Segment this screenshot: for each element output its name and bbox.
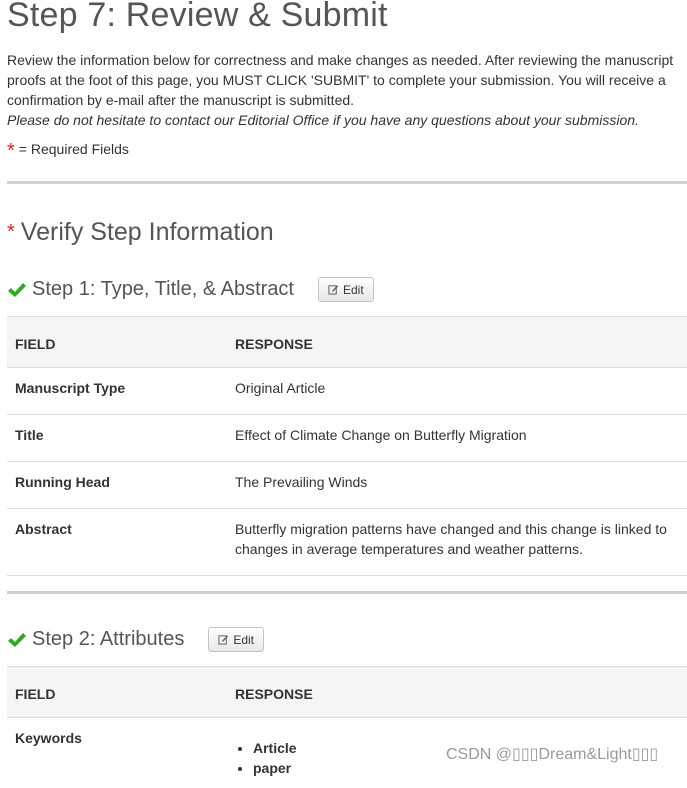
column-header-field: FIELD xyxy=(7,667,227,718)
required-star: * xyxy=(7,221,15,243)
required-star: * xyxy=(7,140,15,162)
table-header-row: FIELD RESPONSE xyxy=(7,667,687,718)
field-response: Effect of Climate Change on Butterfly Mi… xyxy=(227,415,687,462)
field-label: Manuscript Type xyxy=(7,368,227,415)
required-fields-legend: *= Required Fields xyxy=(7,140,129,163)
table-row: Manuscript Type Original Article xyxy=(7,368,687,415)
step2-header: Step 2: Attributes Edit xyxy=(7,627,264,652)
table-row: Abstract Butterfly migration patterns ha… xyxy=(7,509,687,576)
required-label: = Required Fields xyxy=(19,141,129,157)
step1-header: Step 1: Type, Title, & Abstract Edit xyxy=(7,277,374,302)
edit-pencil-icon xyxy=(328,284,339,295)
intro-italic-note: Please do not hesitate to contact our Ed… xyxy=(7,112,639,128)
step2-edit-button[interactable]: Edit xyxy=(208,627,264,652)
edit-label: Edit xyxy=(233,633,254,647)
step2-title: Step 2: Attributes xyxy=(32,628,184,651)
step1-edit-button[interactable]: Edit xyxy=(318,277,374,302)
section-divider xyxy=(7,181,687,184)
step1-title: Step 1: Type, Title, & Abstract xyxy=(32,278,294,301)
section-divider xyxy=(7,591,687,594)
field-response: Original Article xyxy=(227,368,687,415)
page-title: Step 7: Review & Submit xyxy=(7,0,388,35)
field-label: Title xyxy=(7,415,227,462)
field-label: Running Head xyxy=(7,462,227,509)
verify-title-text: Verify Step Information xyxy=(21,218,274,246)
step1-table: FIELD RESPONSE Manuscript Type Original … xyxy=(7,316,687,576)
field-label: Keywords xyxy=(7,718,227,788)
column-header-response: RESPONSE xyxy=(227,667,687,718)
field-response: Butterfly migration patterns have change… xyxy=(227,509,687,576)
edit-label: Edit xyxy=(343,283,364,297)
table-header-row: FIELD RESPONSE xyxy=(7,317,687,368)
intro-paragraph: Review the information below for correct… xyxy=(7,52,673,108)
field-response: The Prevailing Winds xyxy=(227,462,687,509)
field-label: Abstract xyxy=(7,509,227,576)
verify-section-title: * Verify Step Information xyxy=(7,218,274,247)
table-row: Running Head The Prevailing Winds xyxy=(7,462,687,509)
watermark-text: CSDN @▯▯▯Dream&Light▯▯▯ xyxy=(446,744,658,764)
table-row: Title Effect of Climate Change on Butter… xyxy=(7,415,687,462)
step2-table: FIELD RESPONSE Keywords Article paper xyxy=(7,666,687,788)
intro-text: Review the information below for correct… xyxy=(7,50,687,130)
column-header-field: FIELD xyxy=(7,317,227,368)
check-icon xyxy=(7,281,27,299)
column-header-response: RESPONSE xyxy=(227,317,687,368)
edit-pencil-icon xyxy=(218,634,229,645)
check-icon xyxy=(7,631,27,649)
